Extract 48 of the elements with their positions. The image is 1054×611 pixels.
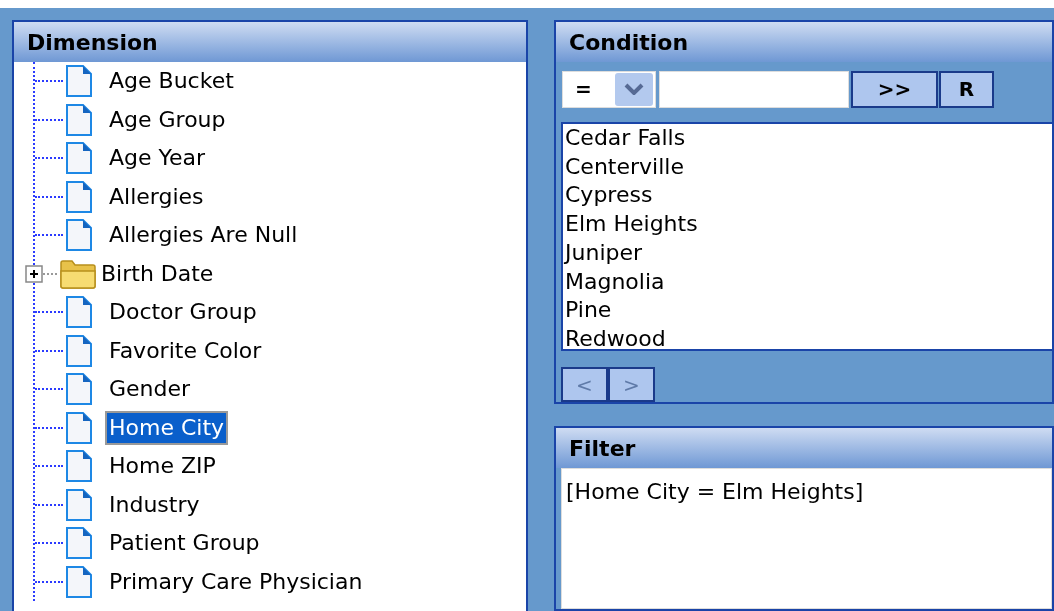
document-icon [65, 527, 93, 560]
condition-button[interactable]: >> [851, 70, 938, 108]
tree-item[interactable]: Birth Date [97, 256, 218, 291]
tree-item[interactable]: Allergies Are Null [105, 218, 302, 253]
document-icon [65, 334, 93, 367]
filter-expression: [Home City = Elm Heights] [566, 479, 864, 504]
panel-header: Condition [556, 22, 1052, 62]
tree-item[interactable]: Gender [105, 372, 195, 407]
value-option[interactable]: Elm Heights [565, 210, 698, 239]
value-option[interactable]: Cedar Falls [565, 124, 686, 153]
operator-value: = [575, 76, 592, 103]
document-icon [65, 565, 93, 598]
tree-item[interactable]: Age Group [105, 102, 230, 137]
document-icon [65, 450, 93, 483]
tree-item[interactable]: Allergies [105, 179, 208, 214]
value-option[interactable]: Centerville [565, 152, 684, 182]
document-icon [65, 142, 93, 175]
operator-dropdown[interactable]: = [562, 70, 656, 108]
document-icon [65, 65, 93, 98]
tree-item[interactable]: Industry [105, 487, 204, 522]
document-icon [65, 411, 93, 444]
chevron-down-icon [624, 83, 644, 95]
value-option[interactable]: Magnolia [565, 267, 665, 297]
document-icon [65, 180, 93, 213]
document-icon [65, 488, 93, 521]
tree-item[interactable]: Primary Care Physician [105, 564, 367, 599]
document-icon [65, 219, 93, 252]
value-option[interactable]: Redwood [565, 324, 666, 349]
folder-icon [59, 258, 97, 289]
panel-header: Dimension [14, 22, 526, 62]
value-option[interactable]: Pine [565, 296, 612, 325]
panel-header: Filter [556, 428, 1052, 468]
tree-item[interactable]: Patient Group [105, 526, 264, 561]
tree-item[interactable]: Home City [105, 410, 229, 445]
value-option[interactable]: Juniper [565, 238, 643, 268]
document-icon [65, 103, 93, 136]
tree-item[interactable]: Age Bucket [105, 64, 238, 99]
tree-item[interactable]: Age Year [105, 141, 210, 176]
expand-icon[interactable] [25, 264, 43, 283]
tree-item[interactable]: Favorite Color [105, 333, 266, 368]
condition-button[interactable]: R [939, 70, 994, 108]
value-field[interactable] [659, 70, 849, 108]
tree-item[interactable]: Doctor Group [105, 295, 261, 330]
document-icon [65, 296, 93, 329]
value-option[interactable]: Cypress [565, 181, 653, 211]
document-icon [65, 373, 93, 406]
tree-item[interactable]: Home ZIP [105, 449, 220, 484]
dropdown-button[interactable] [615, 72, 653, 106]
